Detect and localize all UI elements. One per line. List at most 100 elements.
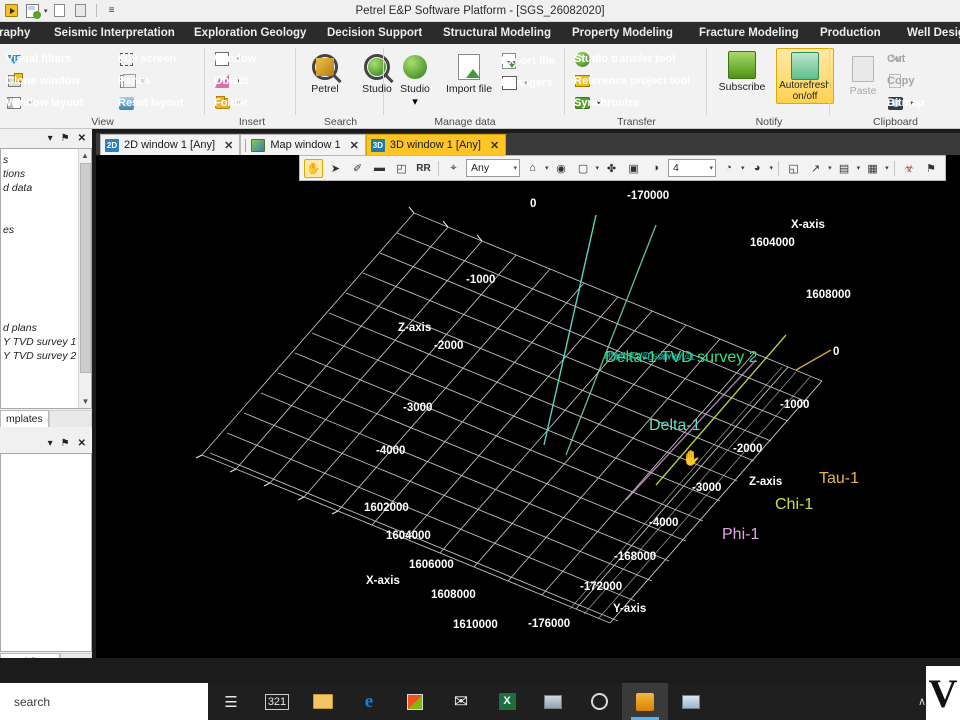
run-button[interactable] (2, 2, 20, 20)
window-tab-2d[interactable]: 2D 2D window 1 [Any] ✕ (100, 134, 241, 155)
task-view-icon[interactable]: ☰ (208, 683, 254, 720)
file-explorer-icon[interactable] (300, 683, 346, 720)
light-button[interactable]: ◉ (552, 159, 571, 178)
scroll-thumb[interactable] (80, 163, 91, 373)
panel-menu-button[interactable]: ▾ (48, 133, 53, 144)
input-tree[interactable]: s tions d data es d plans Y TVD survey 1… (0, 148, 92, 409)
list-item[interactable]: tions (3, 167, 89, 181)
insert-object-button[interactable]: Object ▾ (214, 70, 248, 92)
mail-icon[interactable]: ✉ (438, 683, 484, 720)
chevron-down-icon[interactable]: ▾ (391, 95, 439, 108)
taskbar-search-box[interactable]: search (0, 683, 208, 720)
save-button[interactable] (23, 2, 41, 20)
stereo-button[interactable]: ◕ (748, 159, 767, 178)
ribbon-tab-decision-support[interactable]: Decision Support (327, 27, 422, 39)
input-panel-tabstrip[interactable]: mplates (0, 409, 92, 427)
calendar-icon[interactable]: 321 (254, 683, 300, 720)
reference-project-tool-button[interactable]: Reference project tool (574, 70, 690, 92)
photos-icon[interactable] (530, 683, 576, 720)
cut-button[interactable]: ✂ Cut (887, 48, 914, 70)
home-view-button[interactable]: ⌂ (523, 159, 542, 178)
copy-button[interactable]: Copy (887, 70, 915, 92)
person-button[interactable]: ☣ (900, 159, 919, 178)
scroll-up-icon[interactable]: ▲ (79, 149, 91, 162)
legend-button[interactable]: ▤ (835, 159, 854, 178)
full-screen-button[interactable]: Full screen (118, 48, 176, 70)
chevron-down-icon[interactable]: ▾ (596, 164, 600, 172)
window-tab-map[interactable]: Map window 1 ✕ (240, 134, 366, 155)
excel-icon[interactable]: X (484, 683, 530, 720)
petrel-icon[interactable] (622, 683, 668, 720)
view-count-combo[interactable]: 4 ▾ (668, 159, 717, 177)
insert-window-button[interactable]: Window ▾ (214, 48, 256, 70)
domain-filter-combo[interactable]: Any ▾ (466, 159, 520, 177)
list-item[interactable] (3, 209, 89, 223)
petrel-search-button[interactable]: Petrel (301, 50, 349, 95)
chevron-down-icon[interactable]: ▾ (828, 164, 832, 172)
pin-button[interactable]: ⚑ (922, 159, 941, 178)
layers-tool-button[interactable]: ▬ (370, 159, 389, 178)
chevron-down-icon[interactable]: ▾ (885, 164, 889, 172)
clone-window-button[interactable]: Clone window (6, 70, 80, 92)
ribbon-tab-bar[interactable]: graphy Seismic Interpretation Exploratio… (0, 22, 960, 44)
panel-close-button[interactable]: ✕ (78, 438, 86, 449)
quick-access-toolbar[interactable]: ▾ ≡ (0, 0, 121, 22)
snapshot-tool-button[interactable]: ◰ (392, 159, 411, 178)
microsoft-store-icon[interactable] (392, 683, 438, 720)
panel-close-button[interactable]: ✕ (78, 133, 86, 144)
chevron-down-icon[interactable]: ▾ (741, 164, 745, 172)
autorefresh-button[interactable]: Autorefresh on/off (776, 48, 834, 104)
chevron-down-icon[interactable]: ▾ (857, 164, 861, 172)
obs-studio-icon[interactable] (576, 683, 622, 720)
studio-manage-button[interactable]: Studio ▾ (391, 50, 439, 108)
managers-button[interactable]: Managers ▾ (501, 72, 552, 94)
quick-access-caret-icon[interactable]: ▾ (44, 7, 48, 15)
ribbon-tab-exploration-geology[interactable]: Exploration Geology (194, 27, 306, 39)
color-view-button[interactable]: ◑ (646, 159, 665, 178)
ribbon-tab-production[interactable]: Production (820, 27, 881, 39)
chart-button[interactable]: ↗ (806, 159, 825, 178)
copy-document-button[interactable] (72, 2, 90, 20)
close-icon[interactable]: ✕ (350, 139, 359, 152)
panel-pin-button[interactable]: ⚑ (61, 438, 70, 449)
rr-tool-button[interactable]: RR (414, 159, 433, 178)
paste-button[interactable]: Paste (841, 52, 885, 97)
list-item[interactable]: d plans (3, 321, 89, 335)
glasses-button[interactable]: ◔ (719, 159, 738, 178)
panel-pin-button[interactable]: ⚑ (61, 133, 70, 144)
insert-folder-button[interactable]: Folder ▾ (214, 92, 248, 114)
list-item[interactable]: d data (3, 181, 89, 195)
import-file-button[interactable]: Import file (445, 50, 493, 108)
close-icon[interactable]: ✕ (490, 139, 499, 152)
scroll-down-icon[interactable]: ▼ (79, 395, 91, 408)
remote-desktop-icon[interactable] (668, 683, 714, 720)
studio-transfer-tool-button[interactable]: Studio transfer tool (574, 48, 675, 70)
chevron-down-icon[interactable]: ▾ (545, 164, 549, 172)
tab-templates[interactable]: mplates (0, 410, 49, 427)
pan-tool-button[interactable]: ✋ (304, 158, 323, 178)
select-tool-button[interactable]: ➤ (326, 159, 345, 178)
list-item[interactable] (3, 195, 89, 209)
bitmap-button[interactable]: Bitmap ▾ (887, 92, 924, 114)
taskbar-tray[interactable]: ∧ (918, 683, 926, 720)
ribbon-tab-seismic-interpretation[interactable]: Seismic Interpretation (54, 27, 175, 39)
pick-tool-button[interactable]: ⌖ (444, 159, 463, 178)
window-layout-button[interactable]: Window layout ▾ (6, 92, 84, 114)
subscribe-button[interactable]: Subscribe (716, 48, 768, 104)
chevron-down-icon[interactable]: ▾ (513, 164, 517, 172)
ribbon-tab-fracture-modeling[interactable]: Fracture Modeling (699, 27, 799, 39)
viewport-toolbar[interactable]: ✋ ➤ ✐ ▬ ◰ RR ⌖ Any ▾ ⌂ ▾ ◉ ▢ ▾ ✤ ▣ ◑ 4 ▾… (299, 155, 946, 181)
3d-scene[interactable]: Phi-1 TVD survey 1 Chi-1 TVD survey 1 De… (96, 155, 960, 658)
workflows-tree[interactable] (0, 453, 92, 652)
3d-viewport[interactable]: Phi-1 TVD survey 1 Chi-1 TVD survey 1 De… (96, 155, 960, 658)
list-item-tvd-survey-1[interactable]: Y TVD survey 1 (3, 335, 89, 349)
image-button[interactable]: ▦ (863, 159, 882, 178)
visual-filters-button[interactable]: Visual filters (6, 48, 71, 70)
ribbon-tab-structural-modeling[interactable]: Structural Modeling (443, 27, 551, 39)
list-item[interactable]: es (3, 223, 89, 237)
window-tab-bar[interactable]: 2D 2D window 1 [Any] ✕ Map window 1 ✕ 3D… (96, 133, 960, 155)
new-document-button[interactable] (51, 2, 69, 20)
center-view-button[interactable]: ✤ (602, 159, 621, 178)
chevron-down-icon[interactable]: ▾ (710, 164, 714, 172)
chevron-up-icon[interactable]: ∧ (918, 695, 926, 708)
